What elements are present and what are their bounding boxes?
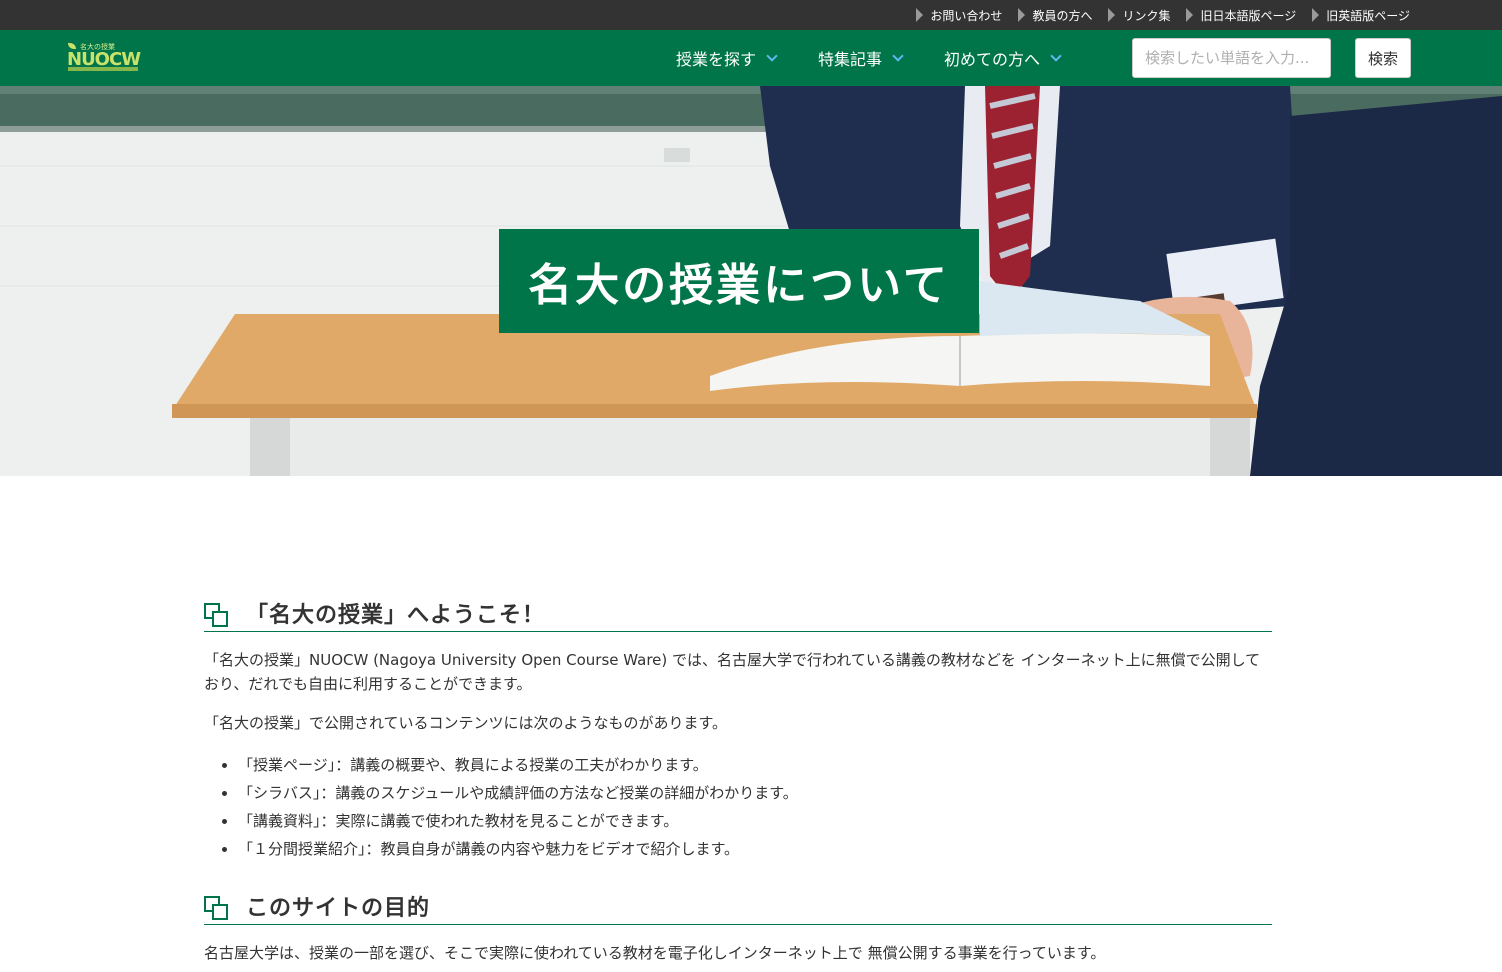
utility-links: お問い合わせ 教員の方へ リンク集 旧日本語版ページ 旧英語版ページ [916, 0, 1410, 30]
purpose-paragraph-1: 名古屋大学は、授業の一部を選び、そこで実際に使われている教材を電子化しインターネ… [204, 944, 1106, 962]
nav-item-find-classes[interactable]: 授業を探す [676, 46, 778, 70]
section-heading-purpose: このサイトの目的 [204, 893, 1272, 925]
logo-tagline-mark [68, 67, 138, 71]
chevron-down-icon [766, 49, 778, 62]
utility-link-faculty[interactable]: 教員の方へ [1018, 7, 1092, 24]
triangle-right-icon [916, 8, 924, 22]
section-heading-welcome: 「名大の授業」へようこそ！ [204, 600, 1272, 632]
welcome-paragraph-2: 「名大の授業」で公開されているコンテンツには次のようなものがあります。 [204, 714, 728, 732]
utility-link-old-japanese[interactable]: 旧日本語版ページ [1186, 7, 1296, 24]
utility-link-links[interactable]: リンク集 [1108, 7, 1170, 24]
purpose-section: このサイトの目的 名古屋大学は、授業の一部を選び、そこで実際に使われている教材を… [204, 893, 1272, 965]
triangle-right-icon [1186, 8, 1194, 22]
overlapping-squares-icon [204, 896, 230, 922]
chevron-down-icon [892, 49, 904, 62]
welcome-paragraph-1: 「名大の授業」NUOCW (Nagoya University Open Cou… [204, 651, 1261, 693]
list-item: 「講義資料」：実際に講義で使われた教材を見ることができます。 [238, 807, 1272, 835]
main-nav: 名大の授業 NUOCW 授業を探す 特集記事 初めての方へ 検索 [0, 30, 1502, 86]
list-item: 「授業ページ」：講義の概要や、教員による授業の工夫がわかります。 [238, 751, 1272, 779]
hero-banner: 名大の授業について [0, 86, 1502, 476]
content-type-list: 「授業ページ」：講義の概要や、教員による授業の工夫がわかります。 「シラバス」：… [204, 751, 1272, 863]
triangle-right-icon [1312, 8, 1320, 22]
search-button[interactable]: 検索 [1355, 38, 1411, 78]
page-title: 名大の授業について [528, 260, 950, 311]
list-item: 「１分間授業紹介」：教員自身が講義の内容や魅力をビデオで紹介します。 [238, 835, 1272, 863]
nav-menu: 授業を探す 特集記事 初めての方へ [676, 30, 1062, 86]
nav-item-first-time[interactable]: 初めての方へ [944, 46, 1062, 70]
site-logo[interactable]: 名大の授業 NUOCW [66, 42, 142, 74]
list-item: 「シラバス」：講義のスケジュールや成績評価の方法など授業の詳細がわかります。 [238, 779, 1272, 807]
overlapping-squares-icon [204, 603, 230, 629]
welcome-section: 「名大の授業」へようこそ！ 「名大の授業」NUOCW (Nagoya Unive… [204, 600, 1272, 863]
triangle-right-icon [1108, 8, 1116, 22]
chevron-down-icon [1050, 49, 1062, 62]
utility-link-contact[interactable]: お問い合わせ [916, 7, 1002, 24]
main-content: 「名大の授業」へようこそ！ 「名大の授業」NUOCW (Nagoya Unive… [204, 600, 1272, 965]
utility-bar: お問い合わせ 教員の方へ リンク集 旧日本語版ページ 旧英語版ページ [0, 0, 1502, 30]
hero-title-box: 名大の授業について [499, 229, 979, 333]
triangle-right-icon [1018, 8, 1026, 22]
search-input[interactable] [1132, 38, 1331, 78]
nav-item-features[interactable]: 特集記事 [818, 46, 904, 70]
utility-link-old-english[interactable]: 旧英語版ページ [1312, 7, 1410, 24]
